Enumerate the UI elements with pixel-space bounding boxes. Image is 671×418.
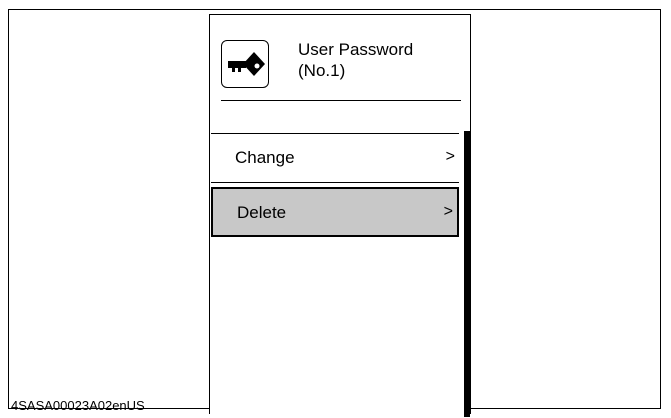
document-id-label: 4SASA00023A02enUS <box>11 398 145 413</box>
menu-item-delete[interactable]: Delete > <box>211 187 459 237</box>
key-icon-box <box>221 40 269 88</box>
menu-item-delete-label: Delete <box>237 203 287 222</box>
chevron-right-icon: > <box>445 148 455 165</box>
page-title: User Password (No.1) <box>298 39 413 81</box>
title-line-1: User Password <box>298 40 414 59</box>
title-line-2: (No.1) <box>298 61 346 80</box>
key-icon <box>228 52 265 76</box>
menu-item-change-label: Change <box>235 148 295 167</box>
screen-header: User Password (No.1) <box>210 15 470 115</box>
password-screen: User Password (No.1) Change > Delete > <box>209 14 471 417</box>
scrollbar[interactable] <box>464 131 470 417</box>
header-divider <box>221 100 461 101</box>
chevron-right-icon: > <box>443 203 453 220</box>
menu-item-change[interactable]: Change > <box>211 133 459 183</box>
